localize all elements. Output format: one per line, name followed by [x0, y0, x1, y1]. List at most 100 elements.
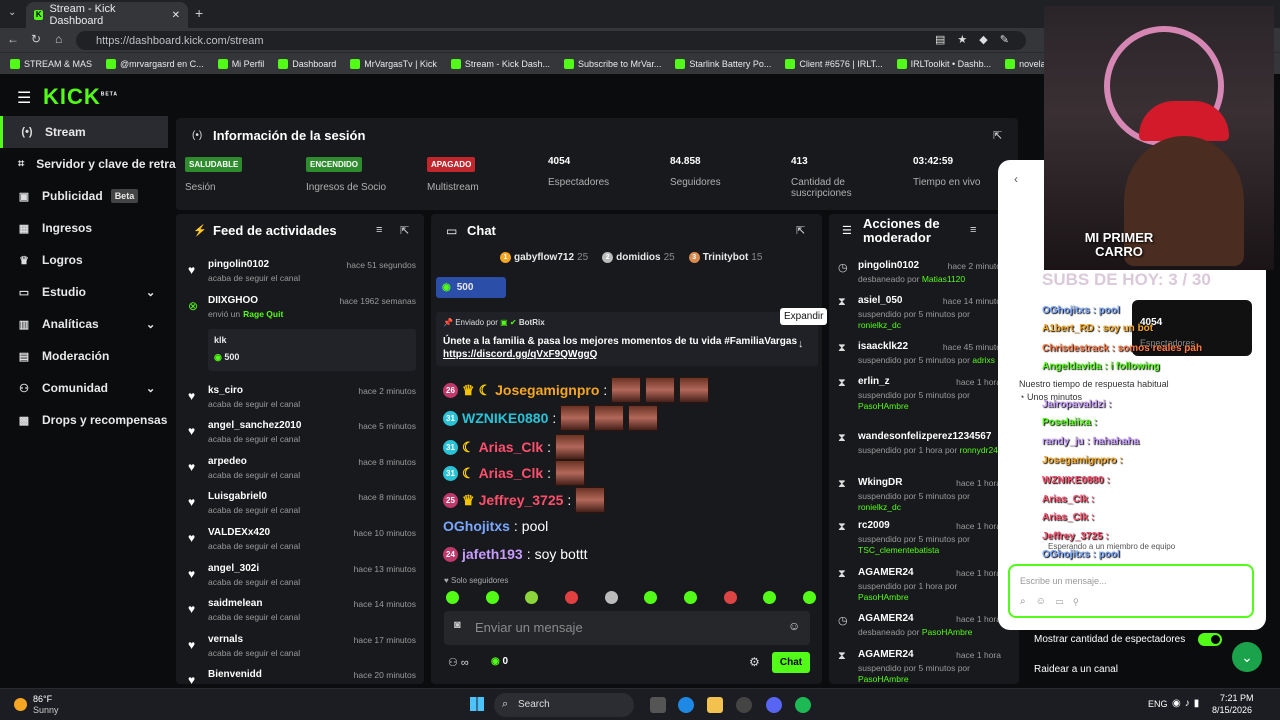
emote-icon[interactable]	[446, 591, 459, 604]
sidebar-item[interactable]: ▩ Drops y recompensas	[0, 404, 170, 436]
bookmark-item[interactable]: Starlink Battery Po...	[675, 58, 771, 69]
start-icon[interactable]	[470, 697, 484, 711]
reload-icon[interactable]: ↻	[31, 32, 41, 46]
sidebar-item[interactable]: (•) Stream	[0, 116, 168, 148]
chat-popout-icon[interactable]: ⇱	[796, 224, 805, 237]
browser-tab[interactable]: K Stream - Kick Dashboard ✕	[26, 2, 188, 28]
kicks-pinned[interactable]: ◉ 500	[436, 277, 506, 298]
mod-action: ⧗ AGAMER24 suspendido por 5 minutos por Pa…	[836, 648, 1001, 684]
chevron-down-icon[interactable]: ⌄	[146, 286, 155, 299]
emote-icon[interactable]	[723, 591, 737, 604]
emote-icon[interactable]	[564, 591, 578, 604]
top-gifters: 1 gabyflow712 25 2 domidios 25 3 Trinitybot 15	[500, 252, 762, 263]
emote-icon[interactable]	[604, 591, 618, 604]
sidebar-item[interactable]: ▤ Moderación	[0, 340, 170, 372]
stat-item: 413 Cantidad de suscripciones	[791, 156, 901, 199]
gifter-rank-icon: 3	[688, 252, 700, 263]
chevron-down-icon[interactable]: ⌄	[146, 382, 155, 395]
new-tab-icon[interactable]: +	[195, 5, 203, 21]
taskbar-search[interactable]: ⌕ Search	[494, 693, 634, 717]
bookmark-item[interactable]: Stream - Kick Dash...	[450, 58, 550, 69]
popout-icon[interactable]: ⇱	[993, 129, 1002, 142]
menu-icon[interactable]: ☰	[17, 88, 31, 108]
url-field[interactable]: https://dashboard.kick.com/stream	[76, 31, 1026, 50]
pinned-link[interactable]: https://discord.gg/qVxF9QWggQ	[443, 349, 597, 360]
bookmark-item[interactable]: @mrvargasrd en C...	[106, 58, 204, 69]
scroll-down-button[interactable]: ⌄	[1232, 642, 1262, 672]
sidebar-item[interactable]: ⚇ Comunidad ⌄	[0, 372, 170, 404]
bookmark-item[interactable]: STREAM & MAS	[10, 58, 92, 69]
emote-icon[interactable]	[644, 591, 658, 604]
bookmark-item[interactable]: MrVargasTv | Kick	[350, 58, 437, 69]
tray-icons[interactable]: ◉♪▮	[1172, 698, 1203, 709]
chat-username[interactable]: Jeffrey_3725	[479, 492, 564, 508]
bookmark-item[interactable]: Dashboard	[278, 58, 336, 69]
emote-image	[555, 434, 586, 460]
reader-icon[interactable]: ▤	[935, 33, 945, 46]
back-icon[interactable]: ←	[7, 32, 19, 46]
bookmark-item[interactable]: Mi Perfil	[217, 58, 264, 69]
mod-desc-text: suspendido por 1 hora por	[858, 581, 958, 591]
chat-username[interactable]: jafeth193	[462, 546, 523, 562]
chat-username[interactable]: Arias_Clk	[479, 465, 544, 481]
people-icon[interactable]: ⚇ ∞	[448, 656, 469, 669]
emote-icon[interactable]	[525, 591, 539, 604]
mod-desc-text: suspendido por 5 minutos por	[858, 309, 970, 319]
attach-icons[interactable]: ⌕☺▭⚲	[1020, 596, 1088, 607]
chat-settings-icon[interactable]: ⚙	[749, 655, 760, 669]
chat-colon: :	[526, 546, 531, 562]
webcam-image: MI PRIMER CARRO	[1044, 6, 1274, 270]
home-icon[interactable]: ⌂	[55, 32, 62, 46]
emote-icon[interactable]	[763, 591, 777, 604]
show-viewers-toggle[interactable]	[1198, 633, 1222, 646]
mod-time: hace 1 hora	[956, 650, 1001, 660]
tab-list-icon[interactable]: ⌄	[8, 7, 16, 18]
chrome-icon[interactable]	[736, 697, 752, 713]
sidebar-item[interactable]: ▥ Analíticas ⌄	[0, 308, 170, 340]
crown-icon: ♛	[462, 491, 475, 508]
star-icon[interactable]: ★	[957, 33, 967, 46]
spotify-icon[interactable]	[795, 697, 811, 713]
chat-username[interactable]: Josegamignpro	[495, 382, 599, 398]
support-message-input[interactable]: Escribe un mensaje... ⌕☺▭⚲	[1008, 564, 1254, 618]
bookmark-item[interactable]: IRLToolkit • Dashb...	[896, 58, 991, 69]
pin-input-icon[interactable]: ◙	[454, 619, 461, 631]
emoji-icon[interactable]: ☺	[788, 619, 800, 633]
language[interactable]: ENG	[1148, 699, 1168, 709]
sidebar-item[interactable]: ▦ Ingresos	[0, 212, 170, 244]
bookmark-item[interactable]: Client #6576 | IRLT...	[785, 58, 883, 69]
sidebar-item[interactable]: ▣ Publicidad Beta	[0, 180, 170, 212]
emote-icon[interactable]	[485, 591, 499, 604]
taskview-icon[interactable]	[650, 697, 666, 713]
feed-user: Bienvenidd	[208, 669, 262, 681]
close-tab-icon[interactable]: ✕	[172, 10, 180, 21]
mod-time: hace 1 hora	[956, 478, 1001, 488]
chat-username[interactable]: OGhojitxs	[443, 518, 510, 534]
chat-input[interactable]: ◙ Enviar un mensaje ☺	[444, 611, 810, 645]
sidebar-item[interactable]: ♛ Logros	[0, 244, 170, 276]
filter-icon[interactable]: ≡	[376, 224, 382, 236]
edge-icon[interactable]	[678, 697, 694, 713]
widget-back-icon[interactable]: ‹	[1014, 172, 1018, 186]
folder-icon[interactable]	[707, 697, 723, 713]
chat-username[interactable]: Arias_Clk	[479, 439, 544, 455]
bookmark-item[interactable]: Subscribe to MrVar...	[563, 58, 661, 69]
chevron-down-icon[interactable]: ⌄	[146, 318, 155, 331]
raid-label[interactable]: Raidear a un canal	[1034, 664, 1118, 675]
chat-username[interactable]: WZNIKE0880	[462, 410, 548, 426]
feed-popout-icon[interactable]: ⇱	[400, 224, 409, 237]
pinned-expand-icon[interactable]: ↓	[798, 338, 804, 350]
emote-icon[interactable]	[683, 591, 697, 604]
mod-filter-icon[interactable]: ≡	[970, 224, 976, 236]
sidebar-item[interactable]: ▭ Estudio ⌄	[0, 276, 170, 308]
extension-icon[interactable]: ◆	[979, 33, 987, 46]
chat-send-button[interactable]: Chat	[772, 652, 810, 673]
emote-icon[interactable]	[802, 591, 816, 604]
sidebar-item-icon: ▩	[18, 414, 30, 427]
pen-icon[interactable]: ✎	[1000, 33, 1009, 46]
sidebar-item[interactable]: ⌗ Servidor y clave de retran	[0, 148, 183, 180]
kick-logo[interactable]: KICKBETA	[43, 84, 118, 110]
chat-colon: :	[552, 410, 557, 426]
discord-icon[interactable]	[766, 697, 782, 713]
sidebar-item-icon: ▤	[18, 350, 30, 363]
